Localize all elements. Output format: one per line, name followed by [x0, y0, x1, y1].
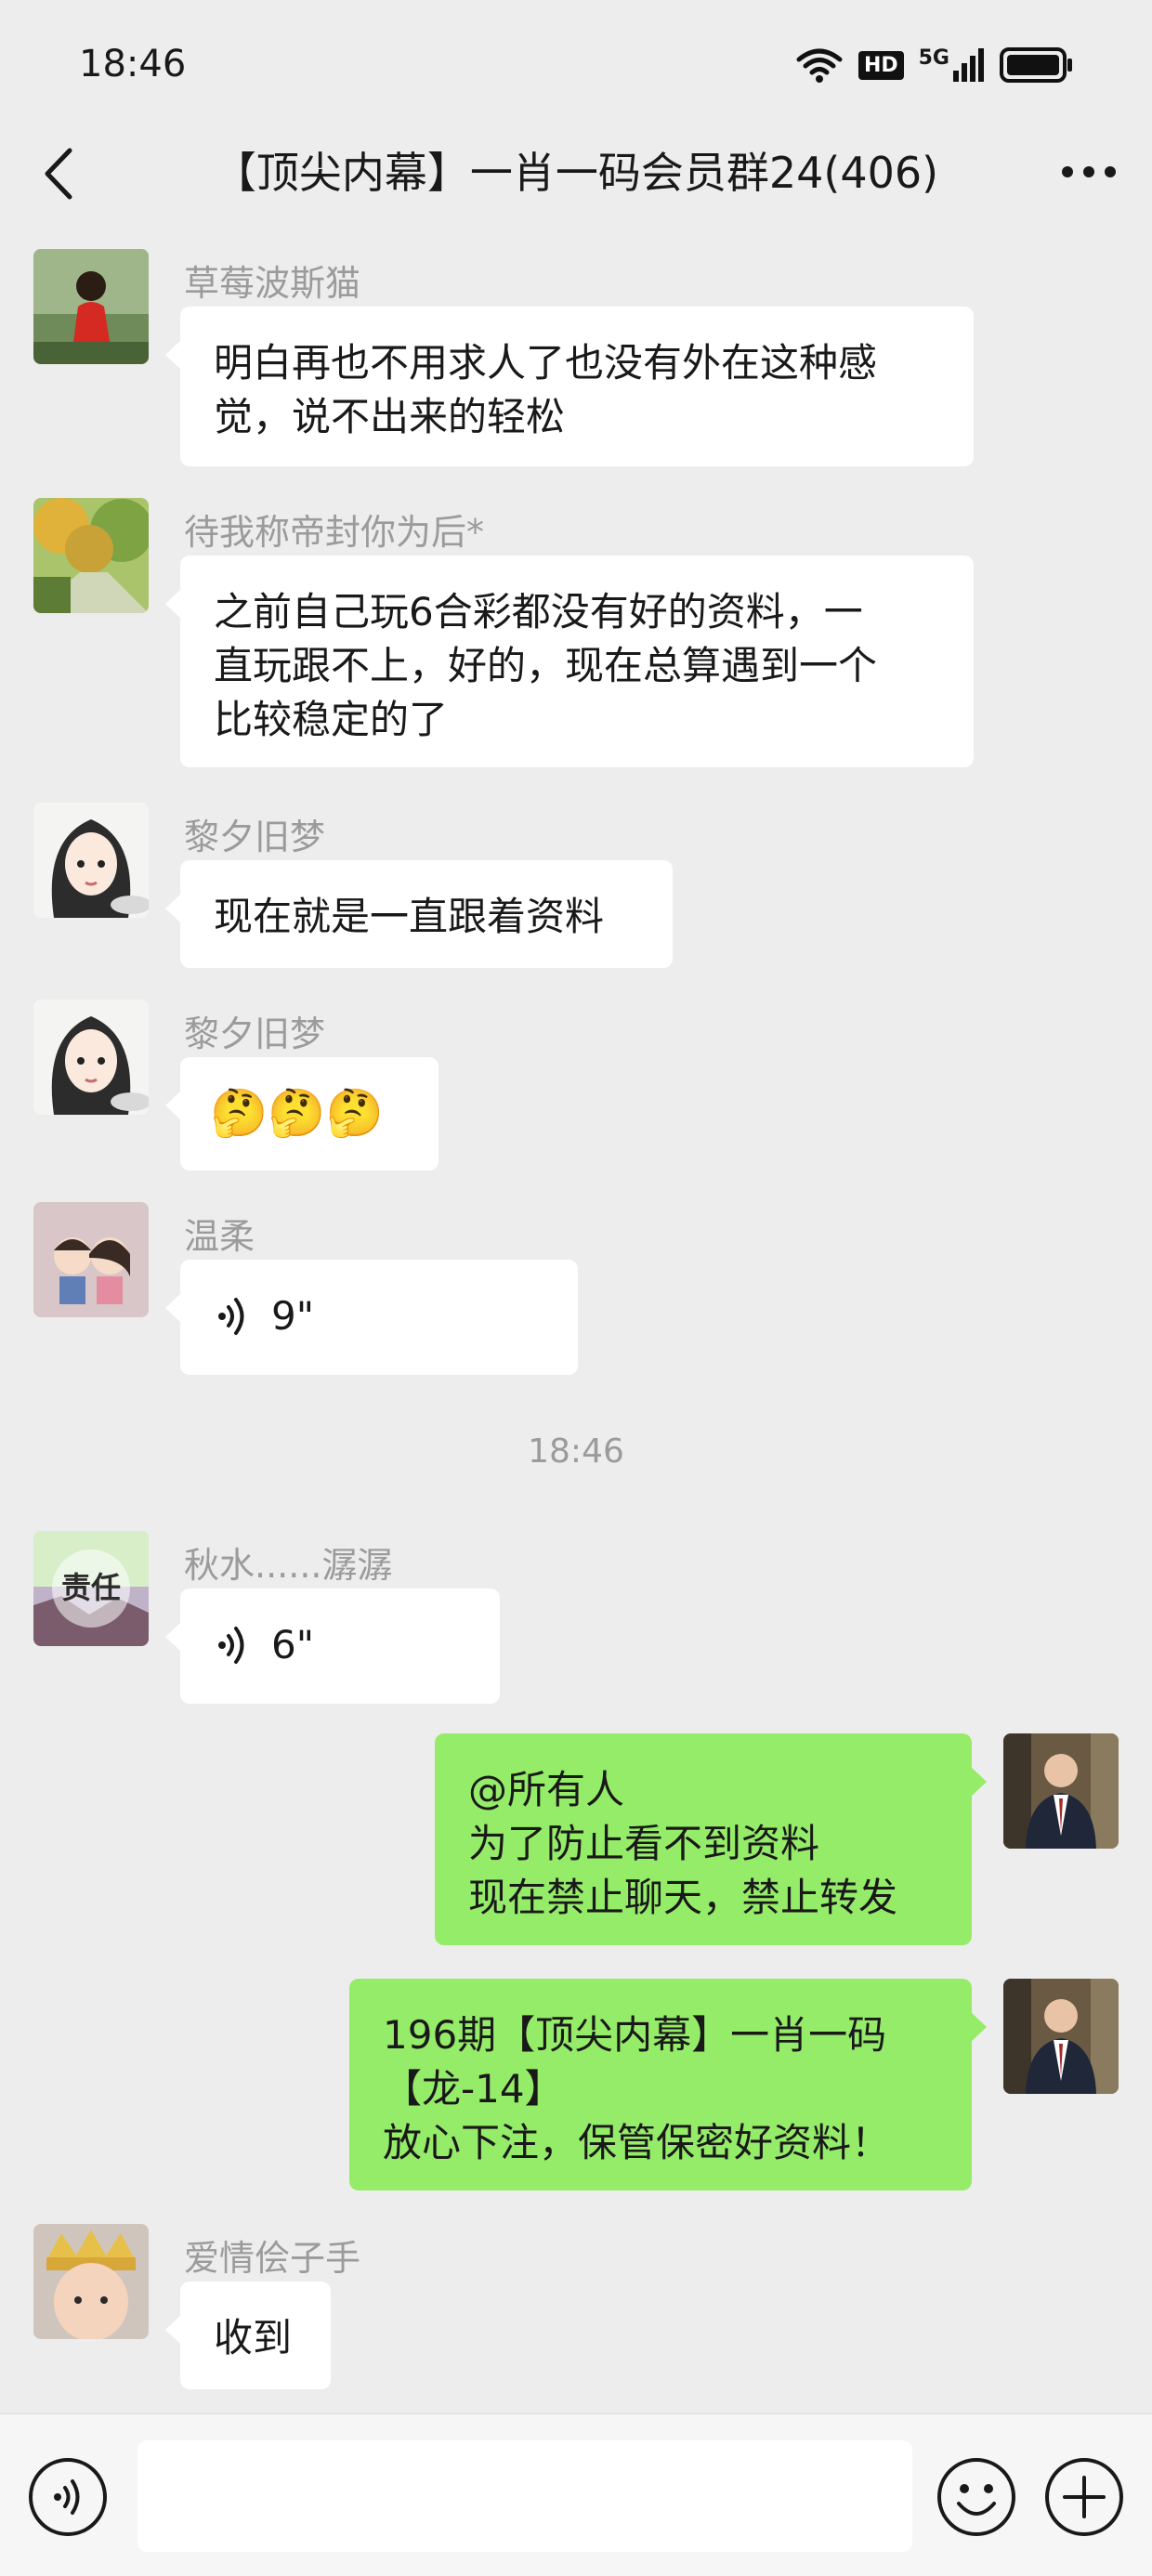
- network-type: 5G: [918, 46, 949, 70]
- message-text: 【龙-14】: [383, 2066, 564, 2112]
- sender-name: 待我称帝封你为后*: [184, 512, 485, 553]
- avatar[interactable]: [33, 2224, 149, 2339]
- sender-name: 秋水......潺潺: [184, 1545, 393, 1586]
- message-text: 现在就是一直跟着资料: [214, 894, 605, 939]
- voice-toggle-button[interactable]: [28, 2457, 108, 2537]
- message-text: 为了防止看不到资料: [468, 1821, 820, 1866]
- voice-toggle-icon: [29, 2458, 107, 2536]
- avatar-text: 责任: [60, 1570, 121, 1605]
- message-bubble[interactable]: 🤔🤔🤔: [165, 1057, 439, 1170]
- battery-icon: [1000, 47, 1072, 83]
- chat-header: 【顶尖内幕】一肖一码会员群24(406): [0, 102, 1152, 242]
- emoji-text: 🤔🤔🤔: [210, 1086, 384, 1140]
- message-text: 196期【顶尖内幕】一肖一码: [383, 2012, 887, 2058]
- message-text: 比较稳定的了: [214, 697, 449, 742]
- voice-message-bubble[interactable]: 9": [165, 1260, 578, 1375]
- message-text: 明白再也不用求人了也没有外在这种感: [214, 340, 878, 386]
- message-text: 觉，说不出来的轻松: [214, 394, 566, 439]
- network-label: 5G: [919, 48, 985, 82]
- time-divider: 18:46: [528, 1432, 624, 1471]
- avatar[interactable]: [1003, 1733, 1119, 1849]
- plus-icon: [1045, 2458, 1123, 2536]
- message-input[interactable]: [137, 2440, 912, 2552]
- message-bubble[interactable]: 196期【顶尖内幕】一肖一码 【龙-14】 放心下注，保管保密好资料！: [349, 1979, 987, 2190]
- avatar[interactable]: 责任: [33, 1531, 149, 1646]
- chat-title: 【顶尖内幕】一肖一码会员群24(406): [213, 148, 939, 198]
- message-text: 收到: [214, 2315, 293, 2360]
- status-icons: HD 5G: [795, 46, 1074, 84]
- message-bubble[interactable]: 收到: [165, 2282, 331, 2389]
- message-bubble[interactable]: @所有人 为了防止看不到资料 现在禁止聊天，禁止转发: [435, 1733, 987, 1945]
- voice-wave-icon: [218, 1298, 244, 1335]
- sender-name: 黎夕旧梦: [184, 817, 326, 857]
- back-arrow-icon: [45, 148, 72, 200]
- message-text: 放心下注，保管保密好资料！: [383, 2120, 891, 2165]
- avatar[interactable]: [33, 1000, 149, 1115]
- sender-name: 黎夕旧梦: [184, 1013, 326, 1054]
- avatar[interactable]: [33, 803, 149, 918]
- hd-badge: HD: [857, 50, 904, 80]
- message-text: 之前自己玩6合彩都没有好的资料，一: [214, 589, 863, 634]
- message-text: @所有人: [468, 1767, 625, 1812]
- wifi-icon: [796, 48, 843, 83]
- voice-message-bubble[interactable]: 6": [165, 1589, 500, 1704]
- emoji-button[interactable]: [936, 2457, 1016, 2537]
- voice-wave-icon: [218, 1627, 244, 1664]
- more-button[interactable]: [1052, 139, 1126, 204]
- avatar[interactable]: [33, 1202, 149, 1317]
- sender-name: 温柔: [184, 1216, 255, 1257]
- more-functions-button[interactable]: [1044, 2457, 1124, 2537]
- avatar[interactable]: [33, 498, 149, 613]
- signal-icon: [953, 48, 984, 82]
- emoji-icon: [937, 2458, 1015, 2536]
- message-bubble[interactable]: 之前自己玩6合彩都没有好的资料，一 直玩跟不上，好的，现在总算遇到一个 比较稳定…: [165, 556, 974, 767]
- message-bubble[interactable]: 现在就是一直跟着资料: [165, 860, 673, 968]
- sender-name: 草莓波斯猫: [184, 263, 361, 304]
- input-bar: [0, 2413, 1152, 2576]
- message-bubble[interactable]: 明白再也不用求人了也没有外在这种感 觉，说不出来的轻松: [165, 307, 974, 466]
- message-text: 现在禁止聊天，禁止转发: [468, 1875, 898, 1920]
- avatar[interactable]: [1003, 1979, 1119, 2094]
- message-text: 直玩跟不上，好的，现在总算遇到一个: [214, 643, 878, 688]
- voice-message: 6": [217, 1618, 463, 1672]
- avatar[interactable]: [33, 249, 149, 364]
- chat-area[interactable]: 草莓波斯猫 明白再也不用求人了也没有外在这种感 觉，说不出来的轻松 待我称帝封你…: [0, 240, 1152, 2413]
- voice-message: 9": [217, 1289, 541, 1343]
- more-dots-icon: [1062, 166, 1116, 177]
- back-button[interactable]: [30, 141, 85, 206]
- status-time: 18:46: [79, 43, 187, 85]
- sender-name: 爱情侩子手: [184, 2238, 361, 2279]
- voice-duration: 6": [271, 1622, 315, 1667]
- voice-duration: 9": [271, 1293, 315, 1339]
